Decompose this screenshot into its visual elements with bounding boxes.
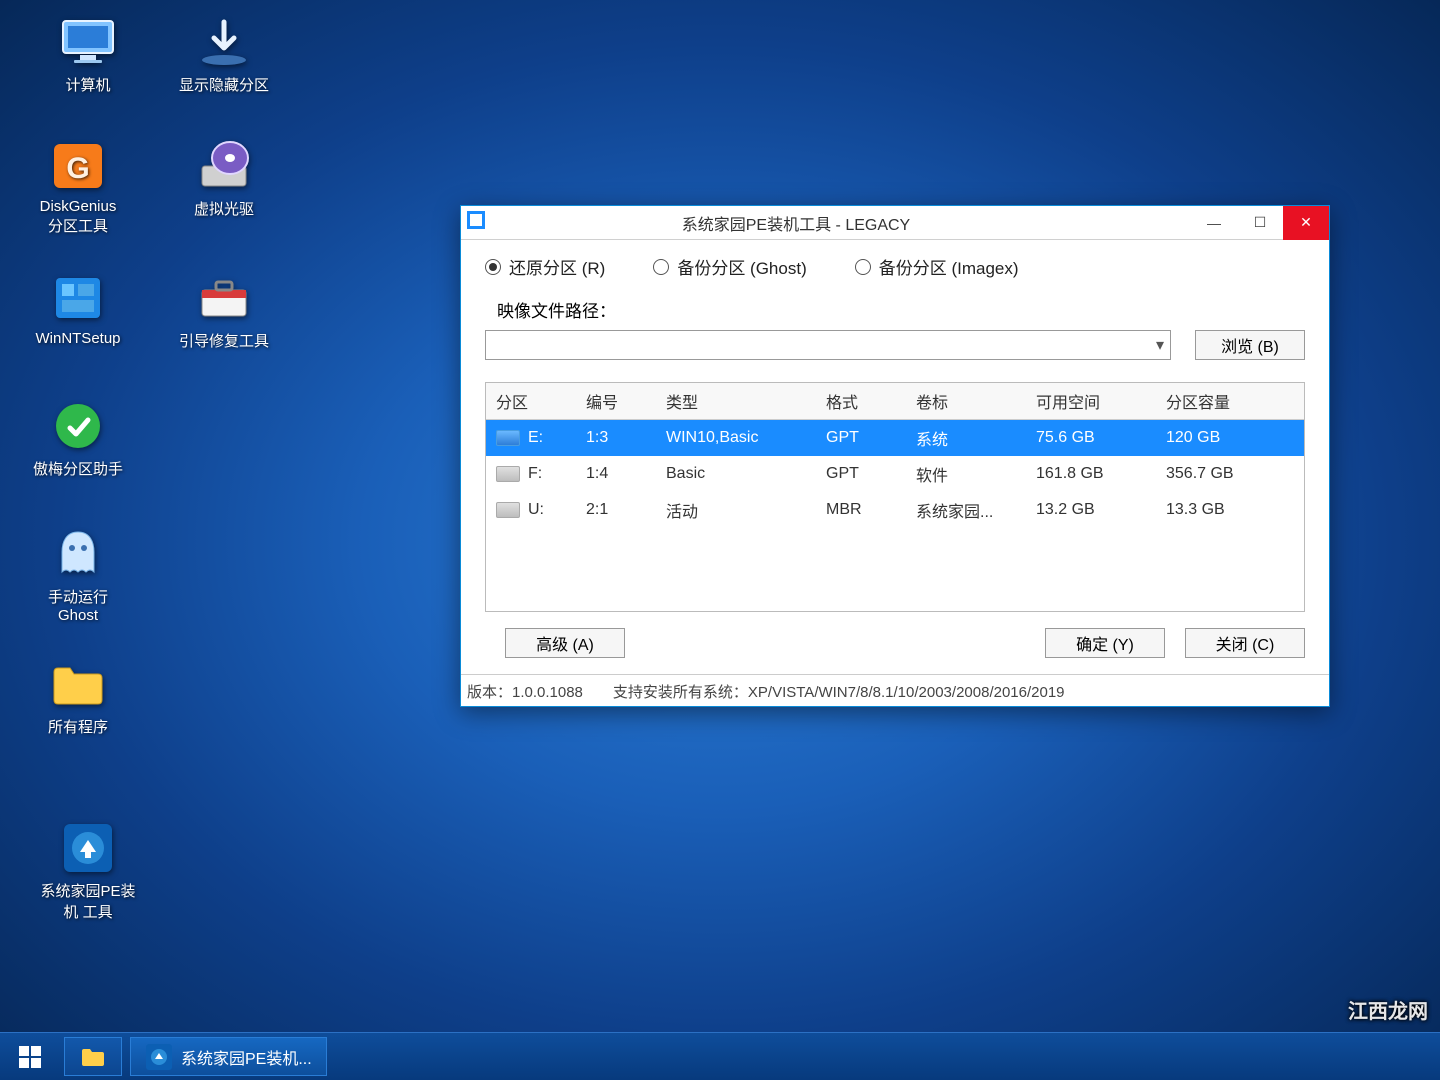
winntsetup-icon bbox=[46, 270, 110, 326]
desktop-icon-label: DiskGenius 分区工具 bbox=[40, 198, 117, 236]
window-title: 系统家园PE装机工具 - LEGACY bbox=[491, 211, 1191, 235]
download-icon bbox=[192, 14, 256, 70]
chevron-down-icon: ▾ bbox=[1156, 335, 1164, 355]
ok-button[interactable]: 确定 (Y) bbox=[1045, 628, 1165, 658]
desktop-icon-label: 所有程序 bbox=[48, 716, 108, 737]
taskbar-item-label: 系统家园PE装机... bbox=[181, 1045, 312, 1069]
desktop-icon-virtual-cd[interactable]: 虚拟光驱 bbox=[164, 138, 284, 219]
desktop-icon-label: 计算机 bbox=[65, 74, 110, 95]
pe-tool-icon bbox=[56, 820, 120, 876]
desktop-icon-ghost[interactable]: 手动运行 Ghost bbox=[18, 526, 138, 624]
radio-dot-icon bbox=[855, 259, 871, 275]
radio-backup-imagex[interactable]: 备份分区 (Imagex) bbox=[855, 254, 1019, 279]
maximize-button[interactable]: ☐ bbox=[1237, 206, 1283, 240]
desktop-icon-show-hidden-partition[interactable]: 显示隐藏分区 bbox=[164, 14, 284, 95]
radio-dot-icon bbox=[485, 259, 501, 275]
drive-icon bbox=[496, 430, 520, 446]
radio-label: 还原分区 (R) bbox=[509, 254, 605, 279]
radio-label: 备份分区 (Ghost) bbox=[677, 254, 806, 279]
desktop-icon-boot-repair[interactable]: 引导修复工具 bbox=[164, 270, 284, 351]
desktop-icon-label: 手动运行 Ghost bbox=[48, 586, 108, 624]
col-type[interactable]: 类型 bbox=[656, 383, 816, 420]
radio-dot-icon bbox=[653, 259, 669, 275]
titlebar[interactable]: 系统家园PE装机工具 - LEGACY — ☐ ✕ bbox=[461, 206, 1329, 240]
desktop-icon-label: 虚拟光驱 bbox=[194, 198, 254, 219]
desktop-icon-label: WinNTSetup bbox=[35, 330, 120, 347]
advanced-button[interactable]: 高级 (A) bbox=[505, 628, 625, 658]
col-format[interactable]: 格式 bbox=[816, 383, 906, 420]
table-header-row: 分区 编号 类型 格式 卷标 可用空间 分区容量 bbox=[486, 383, 1304, 420]
desktop-icon-label: 傲梅分区助手 bbox=[33, 458, 123, 479]
partition-table[interactable]: 分区 编号 类型 格式 卷标 可用空间 分区容量 E: 1:3 WIN10,Ba… bbox=[485, 382, 1305, 612]
close-button[interactable]: ✕ bbox=[1283, 206, 1329, 240]
svg-text:G: G bbox=[66, 152, 89, 185]
col-partition[interactable]: 分区 bbox=[486, 383, 576, 420]
desktop-icon-all-programs[interactable]: 所有程序 bbox=[18, 656, 138, 737]
col-free[interactable]: 可用空间 bbox=[1026, 383, 1156, 420]
app-icon bbox=[461, 211, 491, 234]
table-row[interactable]: F: 1:4 Basic GPT 软件 161.8 GB 356.7 GB bbox=[486, 456, 1304, 492]
image-path-combo[interactable]: ▾ bbox=[485, 330, 1171, 360]
table-row[interactable]: U: 2:1 活动 MBR 系统家园... 13.2 GB 13.3 GB bbox=[486, 492, 1304, 528]
desktop-icon-computer[interactable]: 计算机 bbox=[28, 14, 148, 95]
statusbar: 版本：1.0.0.1088 支持安装所有系统：XP/VISTA/WIN7/8/8… bbox=[461, 674, 1329, 706]
support-label: 支持安装所有系统：XP/VISTA/WIN7/8/8.1/10/2003/200… bbox=[613, 681, 1323, 702]
table-row[interactable]: E: 1:3 WIN10,Basic GPT 系统 75.6 GB 120 GB bbox=[486, 420, 1304, 457]
taskbar-explorer[interactable] bbox=[64, 1037, 122, 1076]
start-button[interactable] bbox=[0, 1033, 60, 1080]
taskbar-pe-tool[interactable]: 系统家园PE装机... bbox=[130, 1037, 327, 1076]
pe-install-tool-window: 系统家园PE装机工具 - LEGACY — ☐ ✕ 还原分区 (R) 备份分区 … bbox=[460, 205, 1330, 707]
folder-icon bbox=[46, 656, 110, 712]
watermark-text: 江西龙网 bbox=[1348, 995, 1428, 1024]
desktop-icon-label: 系统家园PE装 机 工具 bbox=[40, 880, 135, 922]
browse-button[interactable]: 浏览 (B) bbox=[1195, 330, 1305, 360]
folder-icon bbox=[79, 1043, 107, 1071]
minimize-button[interactable]: — bbox=[1191, 206, 1237, 240]
radio-backup-ghost[interactable]: 备份分区 (Ghost) bbox=[653, 254, 806, 279]
computer-icon bbox=[56, 14, 120, 70]
image-path-label: 映像文件路径： bbox=[485, 297, 616, 322]
drive-icon bbox=[496, 502, 520, 518]
radio-restore-partition[interactable]: 还原分区 (R) bbox=[485, 254, 605, 279]
diskgenius-icon: G bbox=[46, 138, 110, 194]
col-number[interactable]: 编号 bbox=[576, 383, 656, 420]
aomei-icon bbox=[46, 398, 110, 454]
desktop-icon-diskgenius[interactable]: G DiskGenius 分区工具 bbox=[18, 138, 138, 236]
drive-icon bbox=[496, 466, 520, 482]
col-capacity[interactable]: 分区容量 bbox=[1156, 383, 1304, 420]
desktop-icon-winntsetup[interactable]: WinNTSetup bbox=[18, 270, 138, 347]
col-volume[interactable]: 卷标 bbox=[906, 383, 1026, 420]
close-window-button[interactable]: 关闭 (C) bbox=[1185, 628, 1305, 658]
windows-icon bbox=[17, 1044, 43, 1070]
ghost-icon bbox=[46, 526, 110, 582]
taskbar: 系统家园PE装机... bbox=[0, 1032, 1440, 1080]
desktop-icon-pe-install-tool[interactable]: 系统家园PE装 机 工具 bbox=[18, 820, 158, 922]
version-label: 版本：1.0.0.1088 bbox=[467, 681, 583, 702]
desktop-icon-label: 显示隐藏分区 bbox=[179, 74, 269, 95]
desktop-icon-label: 引导修复工具 bbox=[179, 330, 269, 351]
pe-tool-icon bbox=[145, 1043, 173, 1071]
radio-label: 备份分区 (Imagex) bbox=[879, 254, 1019, 279]
toolbox-icon bbox=[192, 270, 256, 326]
optical-drive-icon bbox=[192, 138, 256, 194]
desktop-icon-aomei[interactable]: 傲梅分区助手 bbox=[18, 398, 138, 479]
